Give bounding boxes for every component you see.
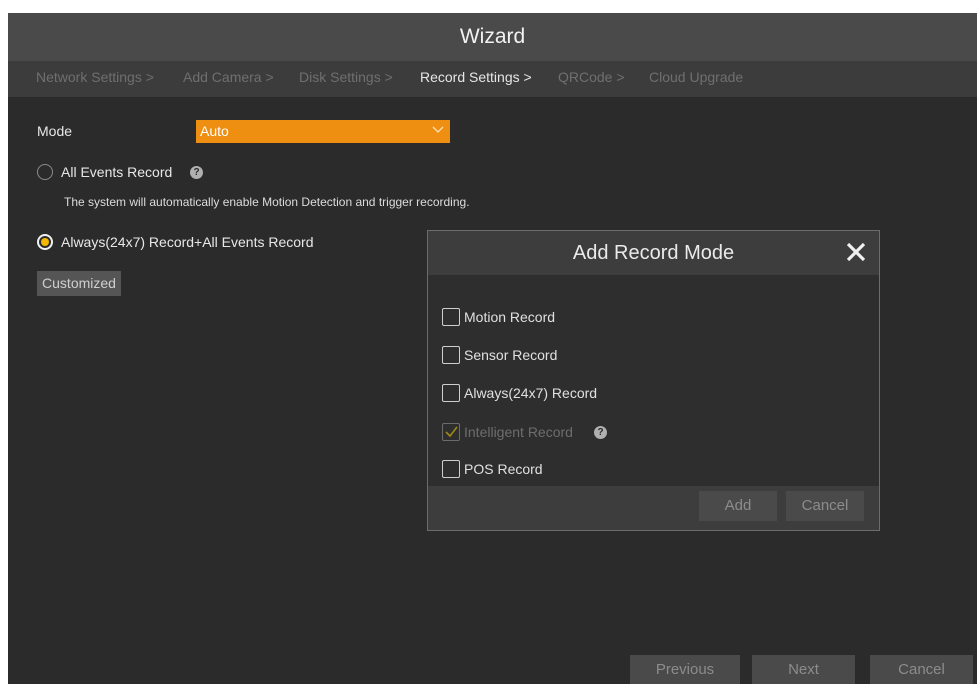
intelligent-record-checkbox: [442, 423, 460, 441]
all-events-radio[interactable]: [37, 164, 53, 180]
step-disk-settings[interactable]: Disk Settings >: [299, 61, 393, 93]
add-button[interactable]: Add: [699, 491, 777, 521]
always-record-checkbox[interactable]: [442, 384, 460, 402]
mode-select[interactable]: Auto: [196, 120, 450, 143]
always-all-events-radio[interactable]: [37, 234, 53, 250]
help-icon[interactable]: ?: [594, 426, 607, 439]
motion-record-checkbox[interactable]: [442, 308, 460, 326]
sensor-record-label: Sensor Record: [464, 347, 558, 363]
all-events-description: The system will automatically enable Mot…: [64, 195, 470, 209]
pos-record-checkbox[interactable]: [442, 460, 460, 478]
step-cloud-upgrade[interactable]: Cloud Upgrade: [649, 61, 743, 93]
dialog-title: Add Record Mode: [428, 231, 879, 275]
help-icon[interactable]: ?: [190, 166, 203, 179]
pos-record-label: POS Record: [464, 461, 543, 477]
always-record-label: Always(24x7) Record: [464, 385, 598, 401]
previous-button[interactable]: Previous: [630, 655, 740, 684]
chevron-down-icon: [432, 126, 444, 133]
add-record-mode-dialog: Add Record Mode Motion Record Sensor Rec…: [427, 230, 880, 531]
mode-label: Mode: [37, 123, 73, 139]
dialog-footer: Add Cancel: [428, 486, 879, 530]
step-record-settings[interactable]: Record Settings >: [420, 61, 532, 93]
step-add-camera[interactable]: Add Camera >: [183, 61, 274, 93]
wizard-steps: Network Settings > Add Camera > Disk Set…: [8, 61, 977, 97]
radio-selected-dot: [41, 238, 49, 246]
motion-record-label: Motion Record: [464, 309, 556, 325]
mode-value: Auto: [200, 123, 229, 139]
all-events-label: All Events Record: [61, 164, 173, 180]
checkmark-icon: [445, 426, 458, 438]
cancel-button[interactable]: Cancel: [870, 655, 973, 684]
intelligent-record-label: Intelligent Record: [464, 424, 573, 440]
close-icon[interactable]: [845, 241, 867, 263]
customized-button[interactable]: Customized: [37, 271, 121, 296]
step-qrcode[interactable]: QRCode >: [558, 61, 625, 93]
next-button[interactable]: Next: [752, 655, 855, 684]
step-network-settings[interactable]: Network Settings >: [36, 61, 154, 93]
wizard-title: Wizard: [8, 13, 977, 61]
wizard-window: Wizard Network Settings > Add Camera > D…: [8, 13, 977, 684]
dialog-cancel-button[interactable]: Cancel: [786, 491, 864, 521]
always-all-events-label: Always(24x7) Record+All Events Record: [61, 234, 314, 250]
sensor-record-checkbox[interactable]: [442, 346, 460, 364]
